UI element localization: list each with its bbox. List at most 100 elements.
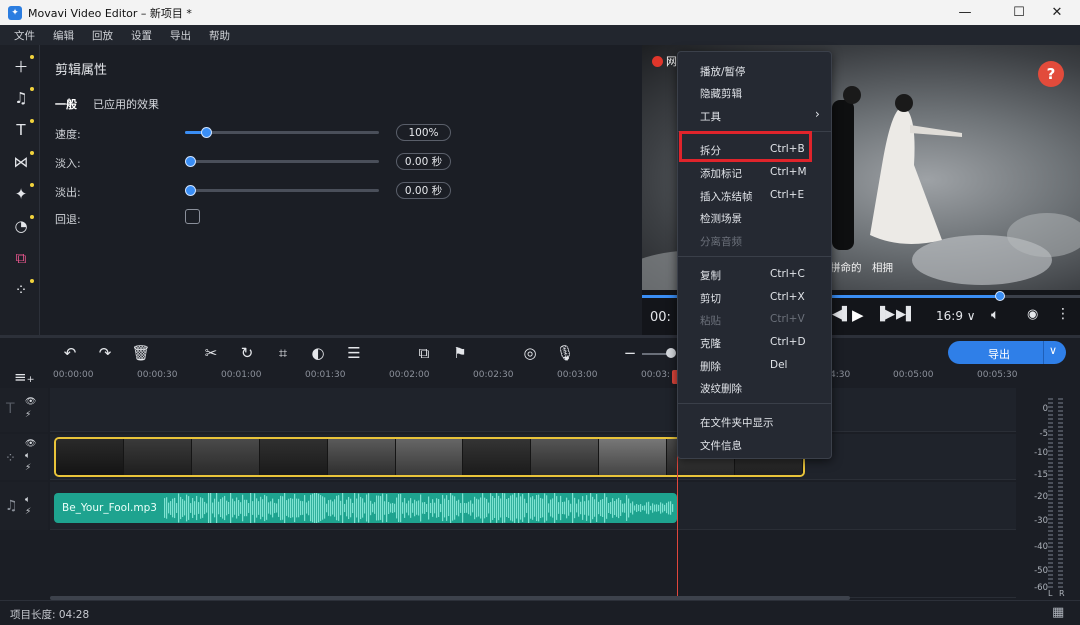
- add-track-icon[interactable]: ≡₊: [14, 368, 35, 386]
- crop-icon[interactable]: ⌗: [273, 343, 293, 363]
- waveform-bar: [344, 503, 346, 513]
- menu-export[interactable]: 导出: [170, 28, 191, 43]
- menu-file[interactable]: 文件: [14, 28, 35, 43]
- visibility-eye-icon[interactable]: 👁︎: [25, 439, 36, 449]
- menu-item-detect-scenes[interactable]: 检测场景: [700, 211, 742, 226]
- delete-icon[interactable]: 🗑︎: [131, 343, 151, 363]
- zoom-out-icon[interactable]: −: [620, 343, 640, 363]
- color-adjust-icon[interactable]: ◐: [308, 343, 328, 363]
- lock-icon[interactable]: ⚡︎: [25, 410, 31, 420]
- aspect-ratio-select[interactable]: 16:9 ∨: [936, 309, 976, 323]
- waveform-bar: [222, 497, 224, 519]
- fade-in-slider[interactable]: [185, 156, 379, 167]
- menu-item-copy[interactable]: 复制: [700, 268, 721, 283]
- waveform-bar: [258, 501, 260, 515]
- waveform-bar: [388, 501, 390, 515]
- lock-icon[interactable]: ⚡︎: [25, 507, 31, 517]
- volume-icon[interactable]: 🔈︎: [991, 307, 999, 323]
- ruler-tick: 00:05:30: [977, 370, 1018, 380]
- audio-clip[interactable]: Be_Your_Fool.mp3: [54, 493, 677, 523]
- menu-item-play-pause[interactable]: 播放/暂停: [700, 64, 746, 79]
- skip-end-icon[interactable]: ▶▌: [896, 307, 916, 322]
- menu-item-hide-clip[interactable]: 隐藏剪辑: [700, 86, 742, 101]
- menu-item-tools[interactable]: 工具: [700, 109, 721, 124]
- filters-icon[interactable]: ◔: [10, 215, 34, 237]
- waveform-bar: [342, 493, 344, 523]
- help-button[interactable]: ?: [1038, 61, 1064, 87]
- visibility-eye-icon[interactable]: 👁︎: [25, 397, 36, 407]
- waveform-bar: [420, 494, 422, 522]
- empty-track-area[interactable]: [50, 532, 1016, 598]
- split-highlight-box: [679, 131, 812, 162]
- fade-out-slider-knob[interactable]: [185, 185, 196, 196]
- waveform-bar: [668, 501, 670, 515]
- menu-playback[interactable]: 回放: [92, 28, 113, 43]
- fade-out-value[interactable]: 0.00 秒: [396, 182, 451, 199]
- more-tools-icon[interactable]: ⁘: [10, 279, 34, 301]
- overlay-icon[interactable]: ⧉: [414, 343, 434, 363]
- cut-icon[interactable]: ✂: [201, 343, 221, 363]
- menu-help[interactable]: 帮助: [209, 28, 230, 43]
- menu-item-clone[interactable]: 克隆: [700, 336, 721, 351]
- redo-icon[interactable]: ↷: [95, 343, 115, 363]
- export-button[interactable]: 导出 ∨: [948, 341, 1066, 364]
- next-frame-icon[interactable]: ▐▶: [875, 307, 895, 322]
- preview-progress-knob[interactable]: [995, 291, 1005, 301]
- speed-slider-knob[interactable]: [201, 127, 212, 138]
- close-button[interactable]: ✕: [1034, 0, 1080, 25]
- shortcut-cut: Ctrl+X: [770, 291, 805, 303]
- add-media-icon[interactable]: ＋: [10, 55, 34, 77]
- speed-value[interactable]: 100%: [396, 124, 451, 141]
- fade-in-slider-knob[interactable]: [185, 156, 196, 167]
- fade-in-value[interactable]: 0.00 秒: [396, 153, 451, 170]
- lock-icon[interactable]: ⚡︎: [25, 463, 31, 473]
- marker-flag-icon[interactable]: ⚑: [450, 343, 470, 363]
- transitions-icon[interactable]: ⋈: [10, 151, 34, 173]
- menu-item-show-in-folder[interactable]: 在文件夹中显示: [700, 415, 774, 430]
- waveform-bar: [574, 497, 576, 519]
- menu-item-add-marker[interactable]: 添加标记: [700, 166, 742, 181]
- reverse-checkbox[interactable]: [185, 209, 200, 224]
- menu-item-freeze-frame[interactable]: 插入冻结帧: [700, 189, 753, 204]
- grid-view-icon[interactable]: ▦: [1052, 605, 1064, 620]
- elements-icon[interactable]: ⧉: [10, 247, 32, 269]
- ruler-tick: 00:03:00: [557, 370, 598, 380]
- stickers-icon[interactable]: ✦: [10, 183, 34, 205]
- music-icon[interactable]: ♫: [10, 87, 34, 109]
- export-dropdown-icon[interactable]: ∨: [1049, 344, 1057, 357]
- waveform-bar: [352, 502, 354, 514]
- more-options-icon[interactable]: ⋮: [1056, 306, 1070, 322]
- mute-icon[interactable]: 🔈︎: [25, 451, 30, 461]
- microphone-icon[interactable]: 🎙︎: [555, 343, 575, 363]
- timeline-ruler[interactable]: 00:00:00 00:00:30 00:01:00 00:01:30 00:0…: [50, 368, 1018, 388]
- menu-item-cut[interactable]: 剪切: [700, 291, 721, 306]
- webcam-icon[interactable]: ◎: [520, 343, 540, 363]
- menu-item-ripple-delete[interactable]: 波纹删除: [700, 381, 742, 396]
- waveform-bar: [286, 500, 288, 516]
- prev-frame-icon[interactable]: ◀▌: [832, 307, 852, 322]
- rotate-icon[interactable]: ↻: [237, 343, 257, 363]
- waveform-bar: [272, 498, 274, 518]
- waveform-bar: [442, 494, 444, 522]
- minimize-button[interactable]: —: [942, 0, 988, 25]
- waveform-bar: [620, 500, 622, 516]
- waveform-bar: [218, 501, 220, 515]
- mute-icon[interactable]: 🔈︎: [25, 495, 30, 505]
- clip-settings-icon[interactable]: ☰: [344, 343, 364, 363]
- waveform-bar: [418, 500, 420, 516]
- titles-icon[interactable]: T: [10, 119, 34, 141]
- snapshot-icon[interactable]: ◉: [1027, 307, 1038, 322]
- menu-settings[interactable]: 设置: [131, 28, 152, 43]
- play-icon[interactable]: ▶: [852, 306, 864, 324]
- tab-general[interactable]: 一般: [55, 96, 77, 112]
- undo-icon[interactable]: ↶: [60, 343, 80, 363]
- tab-applied-effects[interactable]: 已应用的效果: [93, 96, 159, 112]
- speed-slider[interactable]: [185, 127, 379, 138]
- menu-edit[interactable]: 编辑: [53, 28, 74, 43]
- title-track-lane[interactable]: [50, 388, 1016, 432]
- waveform-bar: [496, 493, 498, 523]
- zoom-slider-knob[interactable]: [666, 348, 676, 358]
- menu-item-delete[interactable]: 删除: [700, 359, 721, 374]
- menu-item-file-info[interactable]: 文件信息: [700, 438, 742, 453]
- fade-out-slider[interactable]: [185, 185, 379, 196]
